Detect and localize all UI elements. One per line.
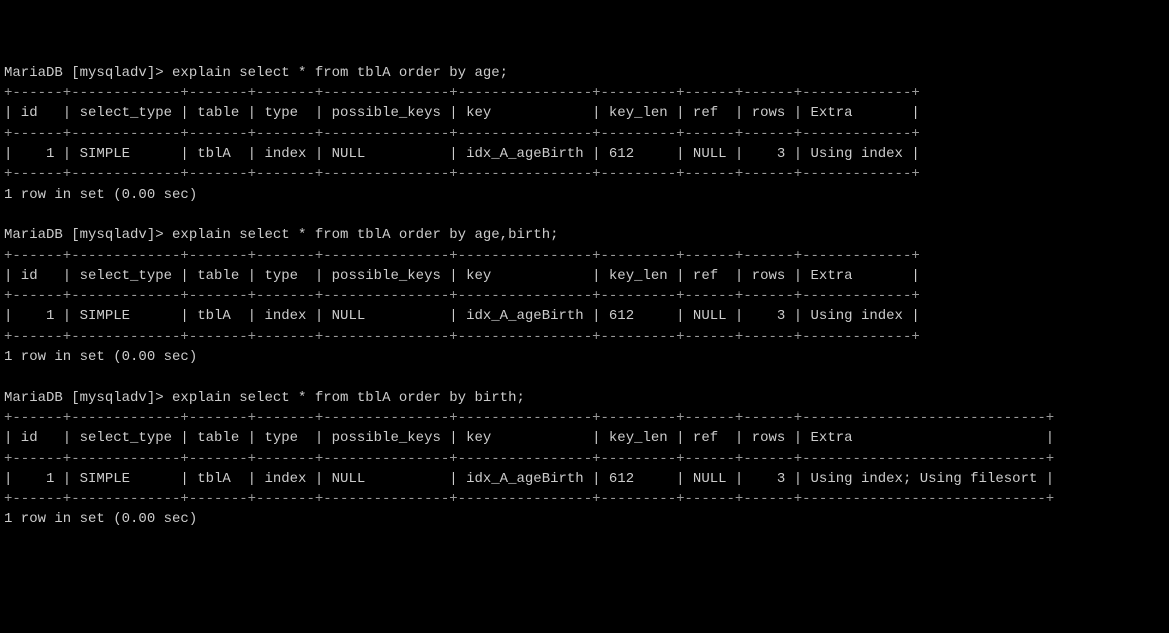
divider-0-top: +------+-------------+-------+-------+--…: [4, 85, 920, 101]
divider-0-mid: +------+-------------+-------+-------+--…: [4, 126, 920, 142]
data-row-2: | 1 | SIMPLE | tblA | index | NULL | idx…: [4, 471, 1054, 487]
divider-1-top: +------+-------------+-------+-------+--…: [4, 248, 920, 264]
command-0: explain select * from tblA order by age;: [172, 65, 508, 81]
footer-2: 1 row in set (0.00 sec): [4, 511, 197, 527]
divider-0-bot: +------+-------------+-------+-------+--…: [4, 166, 920, 182]
data-row-1: | 1 | SIMPLE | tblA | index | NULL | idx…: [4, 308, 920, 324]
divider-1-bot: +------+-------------+-------+-------+--…: [4, 329, 920, 345]
footer-0: 1 row in set (0.00 sec): [4, 187, 197, 203]
prompt-0: MariaDB [mysqladv]>: [4, 65, 172, 81]
command-2: explain select * from tblA order by birt…: [172, 390, 525, 406]
divider-2-top: +------+-------------+-------+-------+--…: [4, 410, 1054, 426]
terminal-output: MariaDB [mysqladv]> explain select * fro…: [4, 63, 1165, 530]
divider-1-mid: +------+-------------+-------+-------+--…: [4, 288, 920, 304]
header-row-0: | id | select_type | table | type | poss…: [4, 105, 920, 121]
header-row-2: | id | select_type | table | type | poss…: [4, 430, 1054, 446]
prompt-1: MariaDB [mysqladv]>: [4, 227, 172, 243]
divider-2-mid: +------+-------------+-------+-------+--…: [4, 451, 1054, 467]
header-row-1: | id | select_type | table | type | poss…: [4, 268, 920, 284]
footer-1: 1 row in set (0.00 sec): [4, 349, 197, 365]
prompt-2: MariaDB [mysqladv]>: [4, 390, 172, 406]
data-row-0: | 1 | SIMPLE | tblA | index | NULL | idx…: [4, 146, 920, 162]
command-1: explain select * from tblA order by age,…: [172, 227, 558, 243]
